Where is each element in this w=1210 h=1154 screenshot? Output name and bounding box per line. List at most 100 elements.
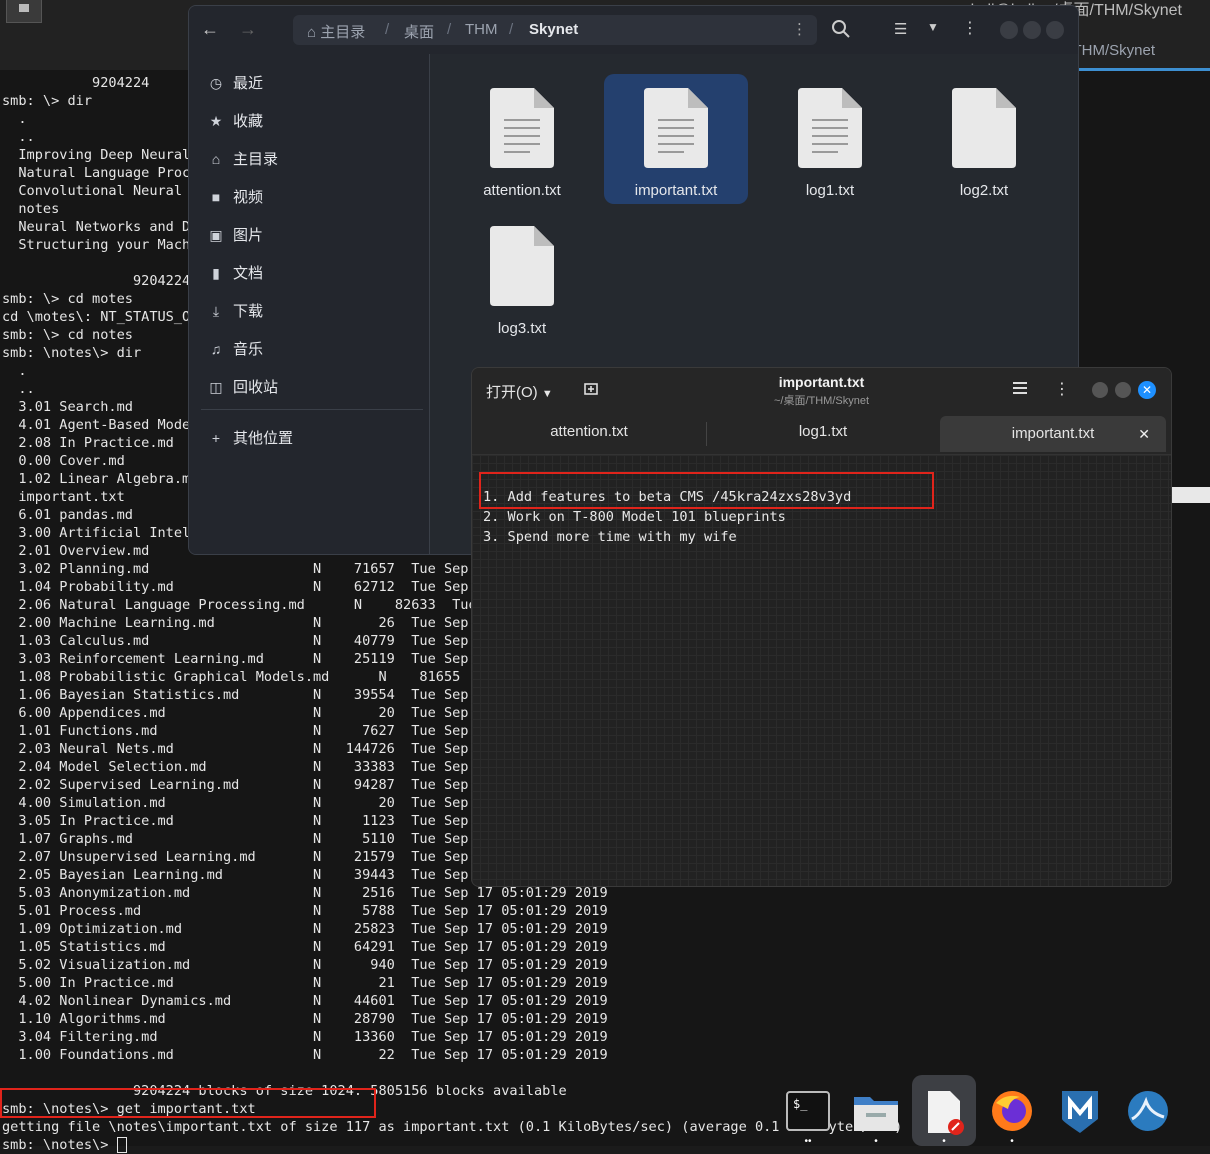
close-tab-icon[interactable]: ✕	[1138, 416, 1150, 452]
highlight-cms-line	[479, 472, 934, 509]
terminal-line: 5.00 In Practice.md N 21 Tue Sep 17 05:0…	[2, 975, 608, 991]
file-log1[interactable]: log1.txt	[758, 74, 902, 204]
terminal-line: 1.09 Optimization.md N 25823 Tue Sep 17 …	[2, 921, 608, 937]
running-indicator: ••	[804, 1136, 812, 1147]
file-name: log2.txt	[959, 182, 1009, 199]
terminal-line: 3.04 Filtering.md N 13360 Tue Sep 17 05:…	[2, 1029, 608, 1045]
clock-icon: ◷	[209, 75, 223, 91]
active-tab-indicator	[1074, 68, 1210, 71]
blank-file-icon	[952, 88, 1016, 168]
metasploit-icon	[1062, 1091, 1098, 1133]
forward-arrow-icon[interactable]: →	[239, 19, 257, 40]
trash-icon: ◫	[209, 379, 223, 395]
sidebar-item-documents[interactable]: ▮ 文档	[207, 262, 263, 288]
sidebar-item-videos[interactable]: ■ 视频	[207, 186, 263, 212]
back-arrow-icon[interactable]: ←	[201, 19, 219, 40]
highlight-get-command	[0, 1088, 376, 1118]
text-file-icon	[644, 88, 708, 168]
tab-attention[interactable]: attention.txt	[472, 414, 706, 450]
text-editor-app[interactable]: •	[912, 1075, 976, 1147]
file-log3[interactable]: log3.txt	[450, 212, 594, 342]
editor-line: 3. Spend more time with my wife	[483, 529, 737, 545]
terminal-line: 1.05 Statistics.md N 64291 Tue Sep 17 05…	[2, 939, 608, 955]
breadcrumb-home[interactable]: ⌂ 主目录	[307, 21, 365, 42]
text-file-icon	[490, 88, 554, 168]
minimize-button[interactable]	[1000, 21, 1018, 39]
terminal-tab[interactable]: THM/Skynet	[1072, 42, 1155, 59]
file-manager-header: ← → ⌂ 主目录 / 桌面 / THM / Skynet ⋮ ☰ ▼ ⋮	[189, 6, 1078, 54]
file-name: log3.txt	[497, 320, 547, 337]
sidebar-item-home[interactable]: ⌂ 主目录	[207, 148, 278, 174]
dock: $_ •• • • •	[772, 1075, 1210, 1147]
file-important[interactable]: important.txt	[604, 74, 748, 204]
breadcrumb-desktop[interactable]: 桌面	[404, 21, 434, 42]
path-menu-icon[interactable]: ⋮	[792, 20, 807, 38]
sidebar: ◷ 最近 ★ 收藏 ⌂ 主目录 ■ 视频 ▣ 图片 ▮ 文档 ⤓ 下载 ♫ 音乐 ◫ 回收站 + 其…	[189, 54, 430, 554]
terminal-line: 5.02 Visualization.md N 940 Tue Sep 17 0…	[2, 957, 608, 973]
tab-important[interactable]: important.txt ✕	[940, 416, 1166, 452]
sidebar-item-pictures[interactable]: ▣ 图片	[207, 224, 263, 250]
menu-icon[interactable]: ⋮	[962, 18, 978, 38]
video-icon: ■	[211, 189, 221, 205]
terminal-cursor	[116, 1137, 127, 1153]
sidebar-item-recent[interactable]: ◷ 最近	[207, 72, 263, 98]
editor-content[interactable]: 1. Add features to beta CMS /45kra24zxs2…	[472, 455, 1171, 886]
search-icon[interactable]	[830, 18, 852, 40]
terminal-line: 5.01 Process.md N 5788 Tue Sep 17 05:01:…	[2, 903, 608, 919]
plus-icon: +	[211, 430, 221, 446]
terminal-line: smb: \notes\>	[2, 1136, 902, 1154]
star-icon: ★	[209, 113, 223, 129]
file-name: log1.txt	[805, 182, 855, 199]
menu-icon[interactable]: ⋮	[1054, 379, 1070, 399]
tab-log1[interactable]: log1.txt	[707, 414, 939, 450]
running-indicator: •	[942, 1136, 946, 1147]
maximize-button[interactable]	[1023, 21, 1041, 39]
list-view-icon[interactable]: ☰	[894, 20, 907, 38]
breadcrumb-thm[interactable]: THM	[465, 21, 498, 38]
home-icon: ⌂	[211, 151, 221, 167]
file-name: important.txt	[634, 182, 718, 199]
firefox-icon	[992, 1091, 1032, 1131]
sidebar-item-starred[interactable]: ★ 收藏	[207, 110, 263, 136]
sidebar-item-downloads[interactable]: ⤓ 下载	[207, 300, 263, 326]
terminal-line: 1.10 Algorithms.md N 28790 Tue Sep 17 05…	[2, 1011, 608, 1027]
files-app[interactable]: •	[844, 1075, 908, 1147]
editor-header: 打开(O) ▼ important.txt ~/桌面/THM/Skynet ⋮ …	[472, 368, 1171, 414]
sidebar-item-trash[interactable]: ◫ 回收站	[207, 376, 278, 402]
breadcrumb-separator: /	[447, 21, 452, 38]
wireshark-icon	[1128, 1091, 1168, 1131]
close-icon[interactable]: ✕	[1138, 381, 1156, 399]
firefox-app[interactable]: •	[980, 1075, 1044, 1147]
music-icon: ♫	[210, 341, 222, 357]
chevron-down-icon[interactable]: ▼	[927, 20, 939, 34]
breadcrumb-skynet[interactable]: Skynet	[529, 21, 578, 38]
file-name: attention.txt	[483, 182, 561, 199]
home-icon: ⌂	[307, 24, 317, 41]
editor-line: 2. Work on T-800 Model 101 blueprints	[483, 509, 786, 525]
folder-icon	[854, 1097, 898, 1131]
wireshark-app[interactable]	[1116, 1075, 1180, 1146]
download-icon: ⤓	[212, 303, 220, 319]
scroll-indicator	[1171, 487, 1210, 503]
close-button[interactable]	[1046, 21, 1064, 39]
terminal-app[interactable]: $_ ••	[776, 1075, 840, 1147]
sidebar-item-other-locations[interactable]: + 其他位置	[207, 427, 293, 453]
hamburger-menu-icon[interactable]	[1012, 380, 1028, 396]
maximize-button[interactable]	[1115, 382, 1131, 398]
minimize-button[interactable]	[1092, 382, 1108, 398]
new-tab-icon[interactable]	[6, 0, 42, 23]
file-log2[interactable]: log2.txt	[912, 74, 1056, 204]
running-indicator: •	[1010, 1136, 1014, 1147]
breadcrumb-separator: /	[509, 21, 514, 38]
file-attention[interactable]: attention.txt	[450, 74, 594, 204]
text-editor-window[interactable]: 打开(O) ▼ important.txt ~/桌面/THM/Skynet ⋮ …	[471, 367, 1172, 887]
running-indicator: •	[874, 1136, 878, 1147]
terminal-icon: $_	[786, 1091, 830, 1131]
sidebar-item-music[interactable]: ♫ 音乐	[207, 338, 263, 364]
editor-tabs: attention.txt log1.txt important.txt ✕	[472, 414, 1171, 455]
text-editor-icon	[928, 1091, 964, 1135]
text-file-icon	[798, 88, 862, 168]
document-icon: ▮	[212, 265, 220, 281]
metasploit-app[interactable]	[1048, 1075, 1112, 1146]
